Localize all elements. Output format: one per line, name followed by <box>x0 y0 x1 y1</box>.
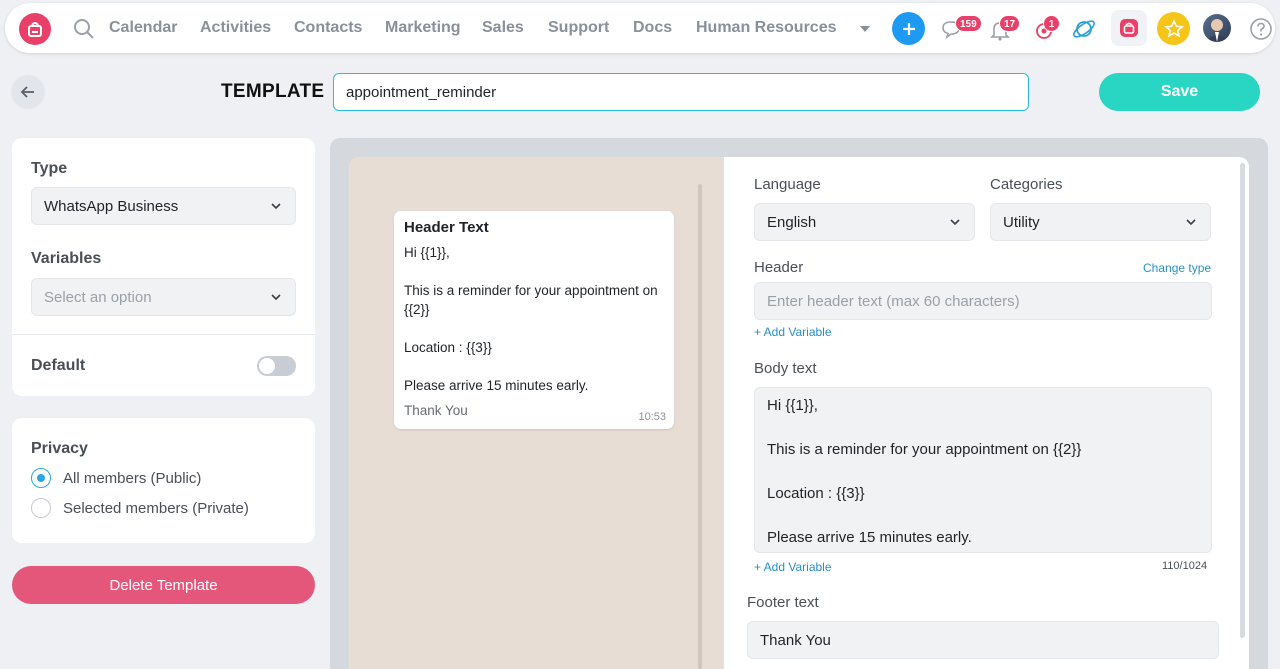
notifications-count-badge: 17 <box>999 15 1021 32</box>
nav-support[interactable]: Support <box>548 19 609 37</box>
bubble-header: Header Text <box>404 219 489 236</box>
help-icon[interactable] <box>1249 17 1273 41</box>
user-avatar[interactable] <box>1203 14 1231 42</box>
body-add-variable-link[interactable]: + Add Variable <box>754 560 832 574</box>
activity-count-badge: 1 <box>1043 15 1060 32</box>
chevron-down-icon <box>950 219 960 226</box>
chevron-down-icon <box>271 294 281 301</box>
privacy-option-label: Selected members (Private) <box>63 499 249 517</box>
privacy-option-public[interactable]: All members (Public) <box>31 468 201 488</box>
app-logo-icon[interactable] <box>19 13 51 45</box>
language-select-value: English <box>767 213 817 231</box>
account-switch-icon[interactable] <box>1111 10 1147 46</box>
change-type-link[interactable]: Change type <box>1143 261 1211 275</box>
language-label: Language <box>754 176 821 193</box>
bubble-timestamp: 10:53 <box>638 411 666 423</box>
add-plus-icon[interactable] <box>892 12 925 45</box>
chevron-down-icon <box>1186 219 1196 226</box>
categories-label: Categories <box>990 176 1063 193</box>
back-button[interactable] <box>11 75 45 109</box>
footer-text-label: Footer text <box>747 594 819 611</box>
type-select[interactable]: WhatsApp Business <box>31 187 296 225</box>
nav-human-resources[interactable]: Human Resources <box>696 19 837 37</box>
variables-select[interactable]: Select an option <box>31 278 296 316</box>
type-label: Type <box>31 160 68 177</box>
default-toggle[interactable] <box>257 356 296 376</box>
template-name-input[interactable] <box>333 73 1029 111</box>
form-scrollbar[interactable] <box>1240 163 1245 638</box>
template-label: TEMPLATE <box>221 81 325 102</box>
more-menu-chevron-down-icon[interactable] <box>857 21 873 37</box>
privacy-option-label: All members (Public) <box>63 469 202 487</box>
body-text-input[interactable]: Hi {{1}}, This is a reminder for your ap… <box>754 387 1212 553</box>
privacy-label: Privacy <box>31 440 88 457</box>
nav-marketing[interactable]: Marketing <box>385 19 461 37</box>
footer-text-input[interactable]: Thank You <box>747 621 1219 659</box>
save-button[interactable]: Save <box>1099 73 1260 111</box>
type-select-value: WhatsApp Business <box>44 197 179 215</box>
body-text-label: Body text <box>754 360 817 377</box>
radio-selected[interactable] <box>31 468 51 488</box>
arrow-left-icon <box>20 86 34 98</box>
body-char-counter: 110/1024 <box>1162 560 1208 572</box>
chevron-down-icon <box>271 203 281 210</box>
default-label: Default <box>31 357 86 374</box>
header-text-input[interactable]: Enter header text (max 60 characters) <box>754 282 1212 320</box>
privacy-option-private[interactable]: Selected members (Private) <box>31 498 249 518</box>
bubble-footer: Thank You <box>404 403 468 418</box>
nav-calendar[interactable]: Calendar <box>109 19 177 37</box>
search-icon[interactable] <box>72 17 96 41</box>
divider <box>12 334 315 335</box>
language-select[interactable]: English <box>754 203 975 241</box>
nav-activities[interactable]: Activities <box>200 19 271 37</box>
categories-select[interactable]: Utility <box>990 203 1211 241</box>
delete-template-button[interactable]: Delete Template <box>12 566 315 604</box>
variables-label: Variables <box>31 250 102 267</box>
radio-unselected[interactable] <box>31 498 51 518</box>
variables-select-placeholder: Select an option <box>44 288 152 306</box>
messages-count-badge: 159 <box>955 15 982 32</box>
message-bubble: Header Text Hi {{1}}, This is a reminder… <box>394 211 674 429</box>
settings-card: Type WhatsApp Business Variables Select … <box>12 138 315 396</box>
bubble-body: Hi {{1}}, This is a reminder for your ap… <box>404 245 658 393</box>
privacy-card: Privacy All members (Public) Selected me… <box>12 418 315 543</box>
planet-icon[interactable] <box>1069 14 1099 44</box>
top-navbar: Calendar Activities Contacts Marketing S… <box>5 3 1275 53</box>
nav-sales[interactable]: Sales <box>482 19 524 37</box>
toggle-knob <box>259 358 275 374</box>
nav-docs[interactable]: Docs <box>633 19 672 37</box>
nav-contacts[interactable]: Contacts <box>294 19 362 37</box>
categories-select-value: Utility <box>1003 213 1040 231</box>
star-icon[interactable] <box>1157 12 1190 45</box>
preview-scrollbar[interactable] <box>698 184 702 669</box>
header-add-variable-link[interactable]: + Add Variable <box>754 325 832 339</box>
header-label: Header <box>754 259 804 276</box>
